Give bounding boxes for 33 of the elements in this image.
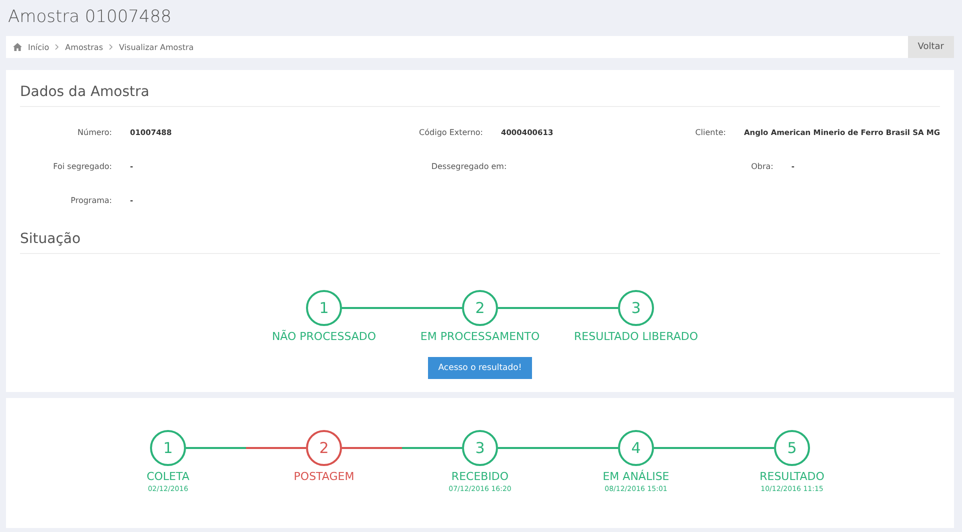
breadcrumb-link[interactable]: Início [28, 42, 50, 52]
chevron-icon [55, 44, 60, 50]
step-circle: 4 [618, 430, 654, 466]
section-title: Dados da Amostra [20, 84, 940, 107]
step-circle: 3 [462, 430, 498, 466]
page-title: Amostra 01007488 [7, 6, 172, 29]
step-circle: 2 [462, 290, 498, 326]
step-circle: 5 [774, 430, 810, 466]
step-circle: 3 [618, 290, 654, 326]
step-circle: 1 [150, 430, 186, 466]
step-label: RECEBIDO [451, 470, 509, 483]
step-circle: 2 [306, 430, 342, 466]
breadcrumb-link[interactable]: Amostras [65, 42, 103, 52]
field-label: Foi segregado: [52, 162, 112, 170]
back-button[interactable]: Voltar [908, 36, 954, 58]
field-label: Cliente: [694, 128, 726, 136]
step-label: EM ANÁLISE [602, 470, 670, 483]
field-label: Código Externo: [418, 128, 483, 136]
step-label: RESULTADO [760, 470, 824, 483]
step-label: POSTAGEM [294, 470, 354, 483]
field-label: Número: [76, 128, 112, 136]
section-title: Situação [20, 231, 940, 254]
step-circle: 1 [306, 290, 342, 326]
step-label: RESULTADO LIBERADO [574, 330, 698, 343]
step-label: NÃO PROCESSADO [272, 330, 376, 343]
result-button[interactable]: Acesso o resultado! [428, 357, 532, 379]
field-label: Obra: [750, 162, 774, 170]
home-icon [13, 43, 22, 51]
field-label: Dessegregado em: [430, 162, 507, 170]
field-label: Programa: [70, 196, 112, 204]
chevron-icon [109, 44, 113, 50]
step-label: EM PROCESSAMENTO [420, 330, 540, 343]
step-label: COLETA [146, 470, 190, 483]
